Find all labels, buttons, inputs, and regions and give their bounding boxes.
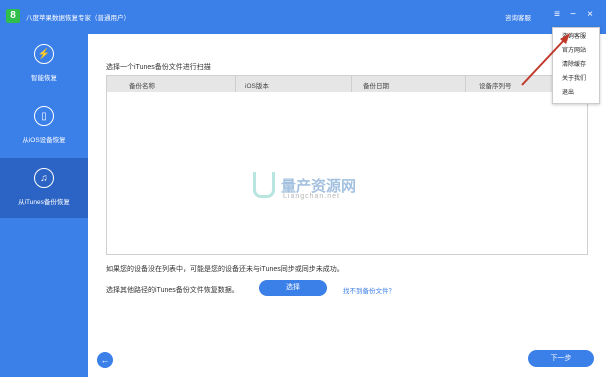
annotation-arrow: [521, 33, 570, 86]
